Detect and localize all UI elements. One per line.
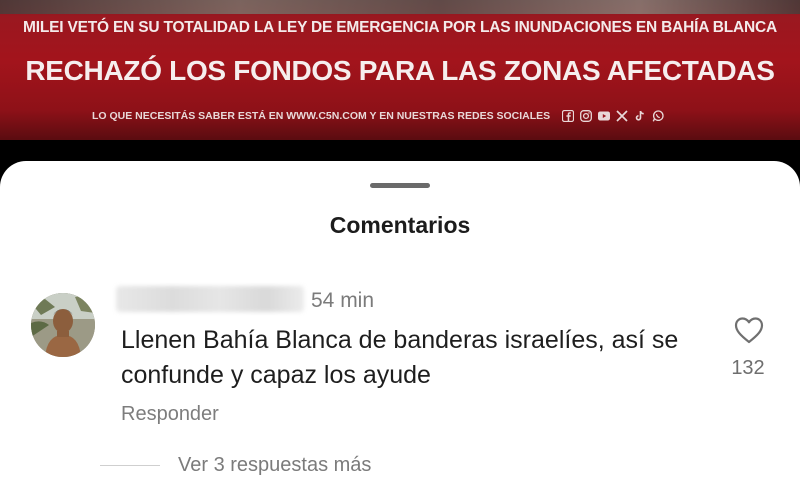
facebook-icon (562, 110, 575, 122)
tiktok-icon (634, 110, 646, 122)
comment-timestamp: 54 min (311, 289, 375, 312)
youtube-icon (598, 110, 611, 122)
whatsapp-icon (652, 110, 664, 122)
video-frame-strip (0, 0, 800, 14)
banner-footer: LO QUE NECESITÁS SABER ESTÁ EN WWW.C5N.C… (92, 106, 664, 126)
instagram-icon (580, 110, 593, 122)
replies-divider (100, 465, 160, 466)
drag-handle[interactable] (370, 183, 430, 188)
sheet-title: Comentarios (329, 212, 471, 238)
like-count: 132 (731, 357, 765, 379)
comments-sheet: Comentarios 54 min Llenen Bahía Blanca d… (0, 161, 800, 501)
banner-headline-small: MILEI VETÓ EN SU TOTALIDAD LA LEY DE EME… (23, 19, 777, 36)
avatar[interactable] (31, 293, 95, 357)
x-icon (616, 110, 628, 122)
username-redacted (116, 286, 304, 312)
news-banner: MILEI VETÓ EN SU TOTALIDAD LA LEY DE EME… (0, 0, 800, 140)
view-replies-button[interactable]: Ver 3 respuestas más (178, 454, 371, 477)
banner-footer-text: LO QUE NECESITÁS SABER ESTÁ EN WWW.C5N.C… (92, 110, 551, 122)
reply-button[interactable]: Responder (121, 403, 219, 426)
heart-icon[interactable] (734, 316, 764, 344)
comment-text: Llenen Bahía Blanca de banderas israelíe… (121, 326, 679, 389)
banner-headline-big: RECHAZÓ LOS FONDOS PARA LAS ZONAS AFECTA… (25, 55, 775, 86)
social-icons (562, 110, 664, 122)
